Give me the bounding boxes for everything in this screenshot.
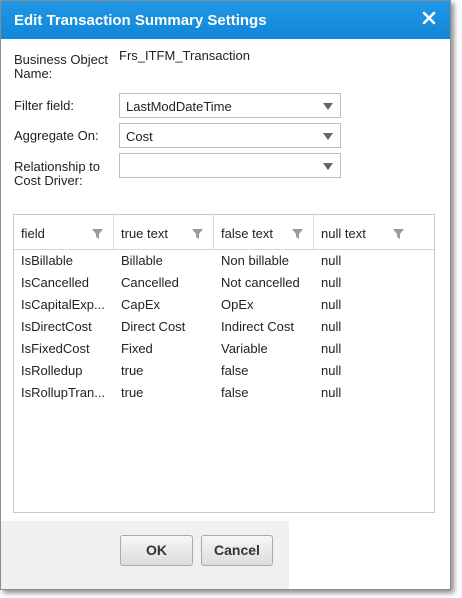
cell-null-text: null	[321, 319, 342, 334]
cell-false-text: Non billable	[221, 253, 289, 268]
cell-true-text: Direct Cost	[121, 319, 186, 334]
table-row[interactable]: IsRolledup true false null	[14, 359, 434, 381]
cell-null-text: null	[321, 385, 342, 400]
cell-false-text: false	[221, 363, 249, 378]
cell-field: IsCancelled	[21, 275, 89, 290]
filter-icon[interactable]	[292, 227, 303, 242]
cell-null-text: null	[321, 297, 342, 312]
column-header-label: null text	[321, 226, 366, 241]
fields-grid: field true text false text null text IsB…	[13, 214, 435, 513]
cell-null-text: null	[321, 341, 342, 356]
aggregate-on-value: Cost	[126, 129, 153, 144]
table-row[interactable]: IsBillable Billable Non billable null	[14, 249, 434, 271]
table-row[interactable]: IsCancelled Cancelled Not cancelled null	[14, 271, 434, 293]
column-header-label: true text	[121, 226, 168, 241]
ok-button[interactable]: OK	[120, 535, 193, 566]
filter-icon[interactable]	[393, 227, 404, 242]
filter-field-select[interactable]: LastModDateTime	[119, 93, 341, 118]
table-row[interactable]: IsRollupTran... true false null	[14, 381, 434, 403]
cell-field: IsFixedCost	[21, 341, 90, 356]
column-header-false-text[interactable]: false text	[214, 215, 314, 249]
cell-null-text: null	[321, 253, 342, 268]
filter-icon[interactable]	[92, 227, 103, 242]
column-header-field[interactable]: field	[14, 215, 114, 249]
cell-field: IsRollupTran...	[21, 385, 106, 400]
close-icon[interactable]	[420, 9, 438, 27]
filter-icon[interactable]	[192, 227, 203, 242]
cell-field: IsRolledup	[21, 363, 83, 378]
cell-false-text: Variable	[221, 341, 268, 356]
filter-field-value: LastModDateTime	[126, 99, 232, 114]
cell-true-text: true	[121, 385, 144, 400]
cell-false-text: OpEx	[221, 297, 254, 312]
column-header-label: false text	[221, 226, 274, 241]
cell-null-text: null	[321, 275, 342, 290]
cell-false-text: Not cancelled	[221, 275, 300, 290]
chevron-down-icon	[323, 103, 333, 110]
cell-true-text: Fixed	[121, 341, 153, 356]
filter-field-label: Filter field:	[14, 98, 74, 113]
cell-true-text: Cancelled	[121, 275, 179, 290]
column-header-true-text[interactable]: true text	[114, 215, 214, 249]
cell-field: IsCapitalExp...	[21, 297, 105, 312]
grid-header: field true text false text null text	[14, 215, 434, 250]
column-header-label: field	[21, 226, 45, 241]
edit-transaction-summary-dialog: Edit Transaction Summary Settings Busine…	[0, 0, 451, 590]
cell-true-text: true	[121, 363, 144, 378]
cancel-button[interactable]: Cancel	[201, 535, 273, 566]
cell-null-text: null	[321, 363, 342, 378]
aggregate-on-label: Aggregate On:	[14, 128, 99, 143]
chevron-down-icon	[323, 163, 333, 170]
table-row[interactable]: IsDirectCost Direct Cost Indirect Cost n…	[14, 315, 434, 337]
table-row[interactable]: IsFixedCost Fixed Variable null	[14, 337, 434, 359]
aggregate-on-select[interactable]: Cost	[119, 123, 341, 148]
dialog-footer: OK Cancel	[1, 521, 289, 589]
cell-false-text: Indirect Cost	[221, 319, 294, 334]
cell-true-text: CapEx	[121, 297, 161, 312]
cell-field: IsBillable	[21, 253, 74, 268]
table-row[interactable]: IsCapitalExp... CapEx OpEx null	[14, 293, 434, 315]
dialog-titlebar[interactable]: Edit Transaction Summary Settings	[1, 1, 450, 39]
dialog-title: Edit Transaction Summary Settings	[14, 12, 267, 29]
cell-true-text: Billable	[121, 253, 163, 268]
business-object-value: Frs_ITFM_Transaction	[119, 48, 250, 63]
column-header-null-text[interactable]: null text	[314, 215, 414, 249]
cell-field: IsDirectCost	[21, 319, 92, 334]
relationship-select[interactable]	[119, 153, 341, 178]
cell-false-text: false	[221, 385, 249, 400]
business-object-label: Business Object Name:	[14, 52, 108, 81]
chevron-down-icon	[323, 133, 333, 140]
relationship-label: Relationship to Cost Driver:	[14, 159, 100, 188]
